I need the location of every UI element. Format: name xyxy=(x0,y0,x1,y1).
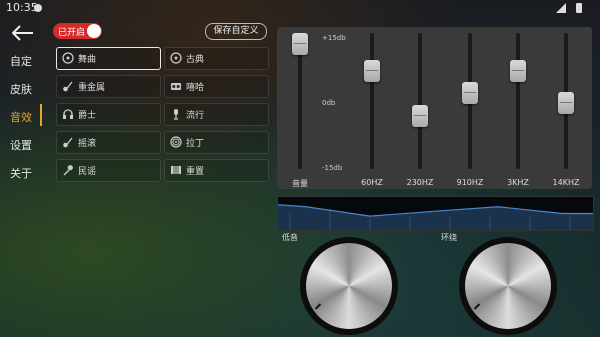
save-custom-button[interactable]: 保存自定义 xyxy=(205,23,267,40)
sidebar-item-about[interactable]: 关于 xyxy=(10,165,32,181)
band-label: 60HZ xyxy=(361,178,383,187)
preset-label: 舞曲 xyxy=(78,55,97,65)
equalizer-panel: +15db 0db -15db 音量 60HZ 230HZ 910HZ 3KHZ… xyxy=(277,27,592,189)
preset-dance[interactable]: 舞曲 xyxy=(56,47,161,70)
bass-label: 低音 xyxy=(282,233,298,242)
status-time: 10:35 xyxy=(6,1,38,14)
slider-track xyxy=(516,33,520,169)
preset-label: 嘻哈 xyxy=(186,83,205,93)
disc-icon xyxy=(170,52,182,64)
preset-classical[interactable]: 古典 xyxy=(164,47,269,70)
band-label: 910HZ xyxy=(456,178,484,187)
preset-metal[interactable]: 重金属 xyxy=(56,75,161,98)
slider-handle[interactable] xyxy=(292,33,308,55)
headphones-icon xyxy=(63,109,73,119)
knob-face xyxy=(306,243,392,329)
preset-folk[interactable]: 民谣 xyxy=(56,159,161,182)
preset-label: 拉丁 xyxy=(186,139,205,149)
slider-handle[interactable] xyxy=(510,60,526,83)
sidebar-item-skin[interactable]: 皮肤 xyxy=(10,81,32,97)
bass-knob[interactable] xyxy=(300,237,398,335)
battery-icon xyxy=(576,3,582,13)
boombox-icon xyxy=(171,83,181,90)
band-label: 3KHZ xyxy=(507,178,529,187)
guitar-icon xyxy=(63,81,73,92)
signal-icon xyxy=(556,3,566,13)
active-tab-indicator xyxy=(40,104,42,126)
preset-label: 重置 xyxy=(186,167,205,177)
eq-scale-bottom: -15db xyxy=(322,164,343,172)
microphone-icon xyxy=(174,109,178,120)
eq-curve-fill xyxy=(278,204,593,230)
notification-dot-icon xyxy=(34,4,42,12)
back-arrow-icon[interactable] xyxy=(12,25,34,41)
eq-curve-display xyxy=(277,196,594,231)
eq-scale-top: +15db xyxy=(322,34,346,42)
preset-label: 重金属 xyxy=(78,83,106,93)
slider-track xyxy=(418,33,422,169)
eq-scale-mid: 0db xyxy=(322,99,336,107)
preset-hiphop[interactable]: 嘻哈 xyxy=(164,75,269,98)
preset-label: 摇滚 xyxy=(78,139,97,149)
preset-label: 民谣 xyxy=(78,167,97,177)
microphone-icon xyxy=(63,165,73,176)
status-bar: 10:35 xyxy=(0,0,600,16)
preset-label: 流行 xyxy=(186,111,205,121)
knob-face xyxy=(465,243,551,329)
band-label: 230HZ xyxy=(406,178,434,187)
preset-rock[interactable]: 摇滚 xyxy=(56,131,161,154)
effects-toggle[interactable]: 已开启 xyxy=(53,23,102,39)
slider-track xyxy=(370,33,374,169)
toggle-label: 已开启 xyxy=(58,28,86,38)
disc-icon xyxy=(62,52,74,64)
band-label: 14KHZ xyxy=(552,178,580,187)
guitar-icon xyxy=(63,137,73,148)
preset-jazz[interactable]: 爵士 xyxy=(56,103,161,126)
slider-handle[interactable] xyxy=(412,104,428,127)
preset-latin[interactable]: 拉丁 xyxy=(164,131,269,154)
preset-reset[interactable]: 重置 xyxy=(164,159,269,182)
surround-label: 环绕 xyxy=(441,233,457,242)
slider-handle[interactable] xyxy=(462,82,478,105)
band-label: 音量 xyxy=(292,179,308,188)
sidebar-item-custom[interactable]: 自定 xyxy=(10,53,32,69)
sidebar-item-sound-effects[interactable]: 音效 xyxy=(10,109,32,125)
surround-knob[interactable] xyxy=(459,237,557,335)
slider-handle[interactable] xyxy=(558,92,574,115)
toggle-knob xyxy=(87,24,101,38)
preset-pop[interactable]: 流行 xyxy=(164,103,269,126)
sidebar-item-settings[interactable]: 设置 xyxy=(10,137,32,153)
piano-icon xyxy=(171,166,181,174)
preset-label: 古典 xyxy=(186,55,205,65)
preset-label: 爵士 xyxy=(78,111,97,121)
drum-icon xyxy=(170,136,182,148)
slider-handle[interactable] xyxy=(364,60,380,83)
